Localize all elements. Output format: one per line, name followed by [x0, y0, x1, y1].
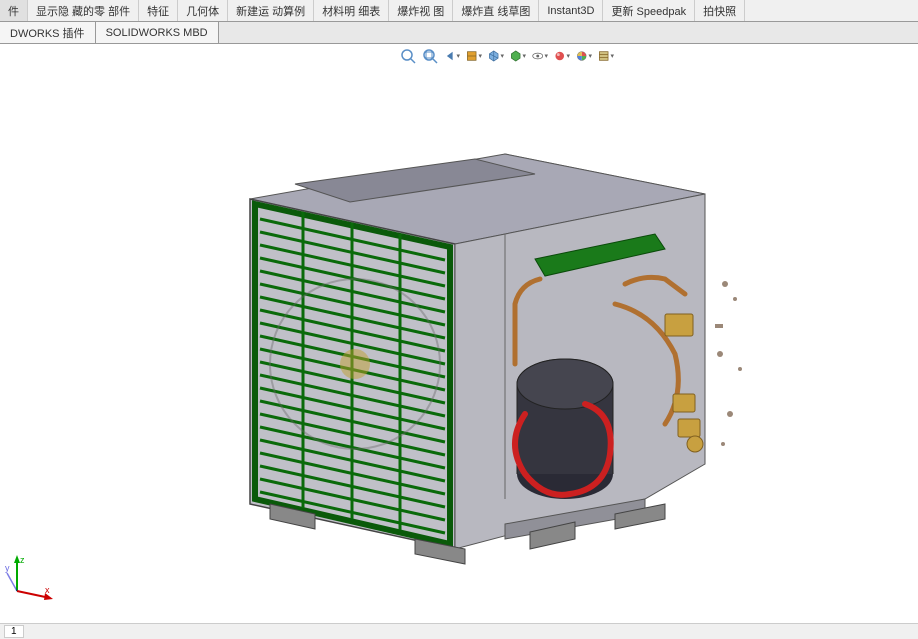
graphics-viewport[interactable]: z x y [0, 44, 918, 623]
apply-scene-icon[interactable] [576, 48, 592, 64]
edit-appearance-icon[interactable] [554, 48, 570, 64]
ribbon-item-speedpak[interactable]: 更新 Speedpak [603, 0, 695, 21]
ribbon-item-features[interactable]: 特征 [139, 0, 178, 21]
view-orientation-icon[interactable] [488, 48, 504, 64]
command-tabs: DWORKS 插件 SOLIDWORKS MBD [0, 22, 918, 44]
status-bar: 1 [0, 623, 918, 639]
axis-x-label: x [45, 585, 50, 595]
tab-solidworks-mbd[interactable]: SOLIDWORKS MBD [96, 22, 219, 43]
ribbon-item-show-hide[interactable]: 显示隐 藏的零 部件 [28, 0, 139, 21]
ribbon-item-exploded-view[interactable]: 爆炸视 图 [389, 0, 453, 21]
view-settings-icon[interactable] [598, 48, 614, 64]
previous-view-icon[interactable] [444, 48, 460, 64]
section-view-icon[interactable] [466, 48, 482, 64]
status-sheet-tab[interactable]: 1 [4, 625, 24, 638]
ribbon-item-explode-line-sketch[interactable]: 爆炸直 线草图 [453, 0, 539, 21]
ribbon-item-motion-study[interactable]: 新建运 动算例 [228, 0, 314, 21]
heads-up-view-toolbar [400, 48, 614, 64]
ribbon-item-snapshot[interactable]: 拍快照 [695, 0, 745, 21]
zoom-fit-icon[interactable] [400, 48, 416, 64]
tab-solidworks-addins[interactable]: DWORKS 插件 [0, 22, 96, 43]
zoom-area-icon[interactable] [422, 48, 438, 64]
coordinate-triad[interactable]: z x y [5, 553, 55, 603]
ribbon-item-instant3d[interactable]: Instant3D [539, 0, 603, 21]
axis-y-label: y [5, 563, 10, 573]
axis-z-label: z [20, 555, 25, 565]
ribbon-toolbar: 件 显示隐 藏的零 部件 特征 几何体 新建运 动算例 材料明 细表 爆炸视 图… [0, 0, 918, 22]
ribbon-item-part[interactable]: 件 [0, 0, 28, 21]
ribbon-item-geometry[interactable]: 几何体 [178, 0, 228, 21]
hide-show-icon[interactable] [532, 48, 548, 64]
ribbon-item-bom[interactable]: 材料明 细表 [314, 0, 389, 21]
display-style-icon[interactable] [510, 48, 526, 64]
model-3d-assembly [175, 104, 795, 604]
